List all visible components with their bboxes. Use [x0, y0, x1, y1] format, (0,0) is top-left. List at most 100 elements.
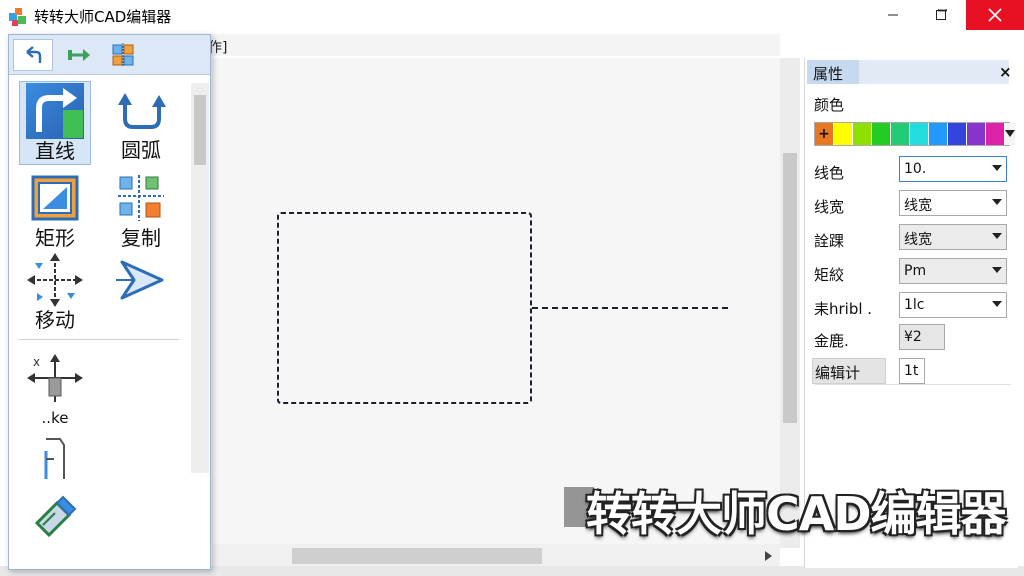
palette-swatch[interactable] [891, 123, 910, 145]
maximize-icon [936, 9, 947, 20]
tool-label: 矩形 [35, 226, 75, 250]
close-panel-icon[interactable]: × [999, 63, 1012, 81]
dashed-rectangle-shape [277, 212, 532, 404]
properties-tab-strip [859, 60, 1009, 84]
tool-trim[interactable]: x ..ke [19, 349, 91, 429]
canvas-vertical-scrollbar[interactable] [780, 58, 800, 548]
vertical-scroll-thumb[interactable] [783, 153, 797, 423]
palette-swatch[interactable] [948, 123, 967, 145]
field-value: ¥2 [904, 329, 922, 345]
tool-label: 复制 [121, 226, 161, 250]
canvas-drawing [277, 212, 730, 404]
toolbox-header [9, 35, 210, 75]
title-bar: 转转大师CAD编辑器 [0, 0, 1024, 34]
tool-eraser-icon-wrap [25, 491, 85, 543]
combo-value: 1lc [904, 297, 925, 313]
toolbox-scrollbar[interactable] [191, 83, 209, 473]
undo-button[interactable] [13, 39, 53, 71]
trim-icon: x [27, 354, 83, 402]
toolbox-scroll-thumb[interactable] [194, 95, 206, 165]
toolbox-panel: 直线 圆弧 矩形 复制 移动 x ..ke [8, 34, 211, 570]
move-icon [27, 253, 83, 307]
close-window-button[interactable] [966, 0, 1024, 30]
property-field-7[interactable]: 1t [899, 358, 925, 384]
tool-copy[interactable]: 复制 [105, 169, 177, 249]
tool-move-icon-wrap [25, 251, 85, 309]
close-icon [988, 8, 1002, 22]
property-label-3: 詮踝 [814, 232, 845, 250]
edit-label-box: 编辑计 [812, 358, 886, 384]
palette-swatch[interactable] [872, 123, 891, 145]
tool-move[interactable]: 移动 [19, 251, 91, 331]
palette-swatch[interactable] [967, 123, 986, 145]
chevron-down-icon [1005, 130, 1015, 137]
property-label-4: 矩絞 [814, 266, 845, 284]
line-color-combo[interactable]: 10. [899, 156, 1007, 182]
drawing-canvas[interactable] [212, 58, 780, 548]
redo-button[interactable] [59, 39, 99, 71]
tool-eraser[interactable] [19, 491, 91, 543]
palette-add-mark: + [818, 126, 830, 142]
property-combo-3[interactable]: 线宽 [899, 224, 1007, 250]
watermark-text: 转转大师CAD编辑器 [586, 487, 1007, 541]
field-value: 1t [904, 363, 919, 379]
grid-select-icon [112, 43, 134, 67]
property-label-6: 金鹿. [814, 332, 849, 350]
tool-trim-icon-wrap: x [25, 349, 85, 407]
grid-select-button[interactable] [103, 39, 143, 71]
palette-swatch[interactable] [929, 123, 948, 145]
property-combo-5[interactable]: 1lc [899, 292, 1007, 318]
tool-select-arrow[interactable] [105, 251, 177, 309]
minimize-icon [888, 14, 898, 16]
eraser-icon [34, 495, 77, 538]
tool-offset-icon-wrap [25, 435, 85, 483]
offset-icon [44, 438, 65, 479]
rectangle-icon [31, 175, 79, 221]
horizontal-scroll-thumb[interactable] [292, 548, 542, 564]
palette-swatch[interactable] [853, 123, 872, 145]
properties-header: 属性 × [805, 58, 1019, 86]
properties-tab[interactable]: 属性 [807, 60, 859, 84]
combo-value: 线宽 [904, 232, 932, 248]
tool-rectangle[interactable]: 矩形 [19, 169, 91, 249]
combo-value: Pm [904, 263, 927, 279]
chevron-down-icon [992, 267, 1002, 273]
undo-arrow-icon [26, 46, 42, 63]
chevron-down-icon [992, 165, 1002, 171]
tool-line[interactable]: 直线 [19, 81, 91, 165]
line-icon [26, 83, 84, 139]
redo-arrow-icon [68, 49, 90, 61]
tool-label: 圆弧 [121, 138, 161, 162]
arrow-cursor-icon [116, 260, 164, 300]
line-width-combo[interactable]: 线宽 [899, 190, 1007, 216]
combo-value: 10. [904, 161, 927, 177]
chevron-down-icon [992, 199, 1002, 205]
tool-label: 直线 [35, 139, 75, 163]
color-label: 颜色 [814, 96, 845, 114]
maximize-button[interactable] [918, 0, 964, 30]
svg-text:x: x [33, 355, 40, 369]
property-field-6[interactable]: ¥2 [899, 324, 945, 350]
tool-offset[interactable] [19, 435, 91, 483]
palette-swatch[interactable] [834, 123, 853, 145]
chevron-down-icon [992, 233, 1002, 239]
tool-arc[interactable]: 圆弧 [105, 81, 177, 161]
line-width-label: 线宽 [814, 198, 845, 216]
minimize-button[interactable] [870, 0, 916, 30]
property-label-5: 耒hribl . [814, 300, 873, 318]
tool-rectangle-icon-wrap [25, 169, 85, 227]
canvas-horizontal-scrollbar[interactable] [212, 544, 780, 568]
toolbox-separator [19, 339, 179, 340]
palette-swatch[interactable]: + [815, 123, 834, 145]
color-palette[interactable]: + [814, 122, 1015, 146]
tool-label: ..ke [41, 409, 69, 427]
property-combo-4[interactable]: Pm [899, 258, 1007, 284]
properties-divider [815, 384, 1011, 385]
palette-swatch[interactable] [910, 123, 929, 145]
menu-bar: 作] [200, 34, 780, 56]
palette-swatch[interactable] [986, 123, 1005, 145]
line-color-label: 线色 [814, 164, 845, 182]
window-title: 转转大师CAD编辑器 [34, 8, 172, 26]
scroll-right-arrow-icon[interactable] [760, 548, 776, 564]
palette-dropdown[interactable] [1005, 123, 1015, 145]
